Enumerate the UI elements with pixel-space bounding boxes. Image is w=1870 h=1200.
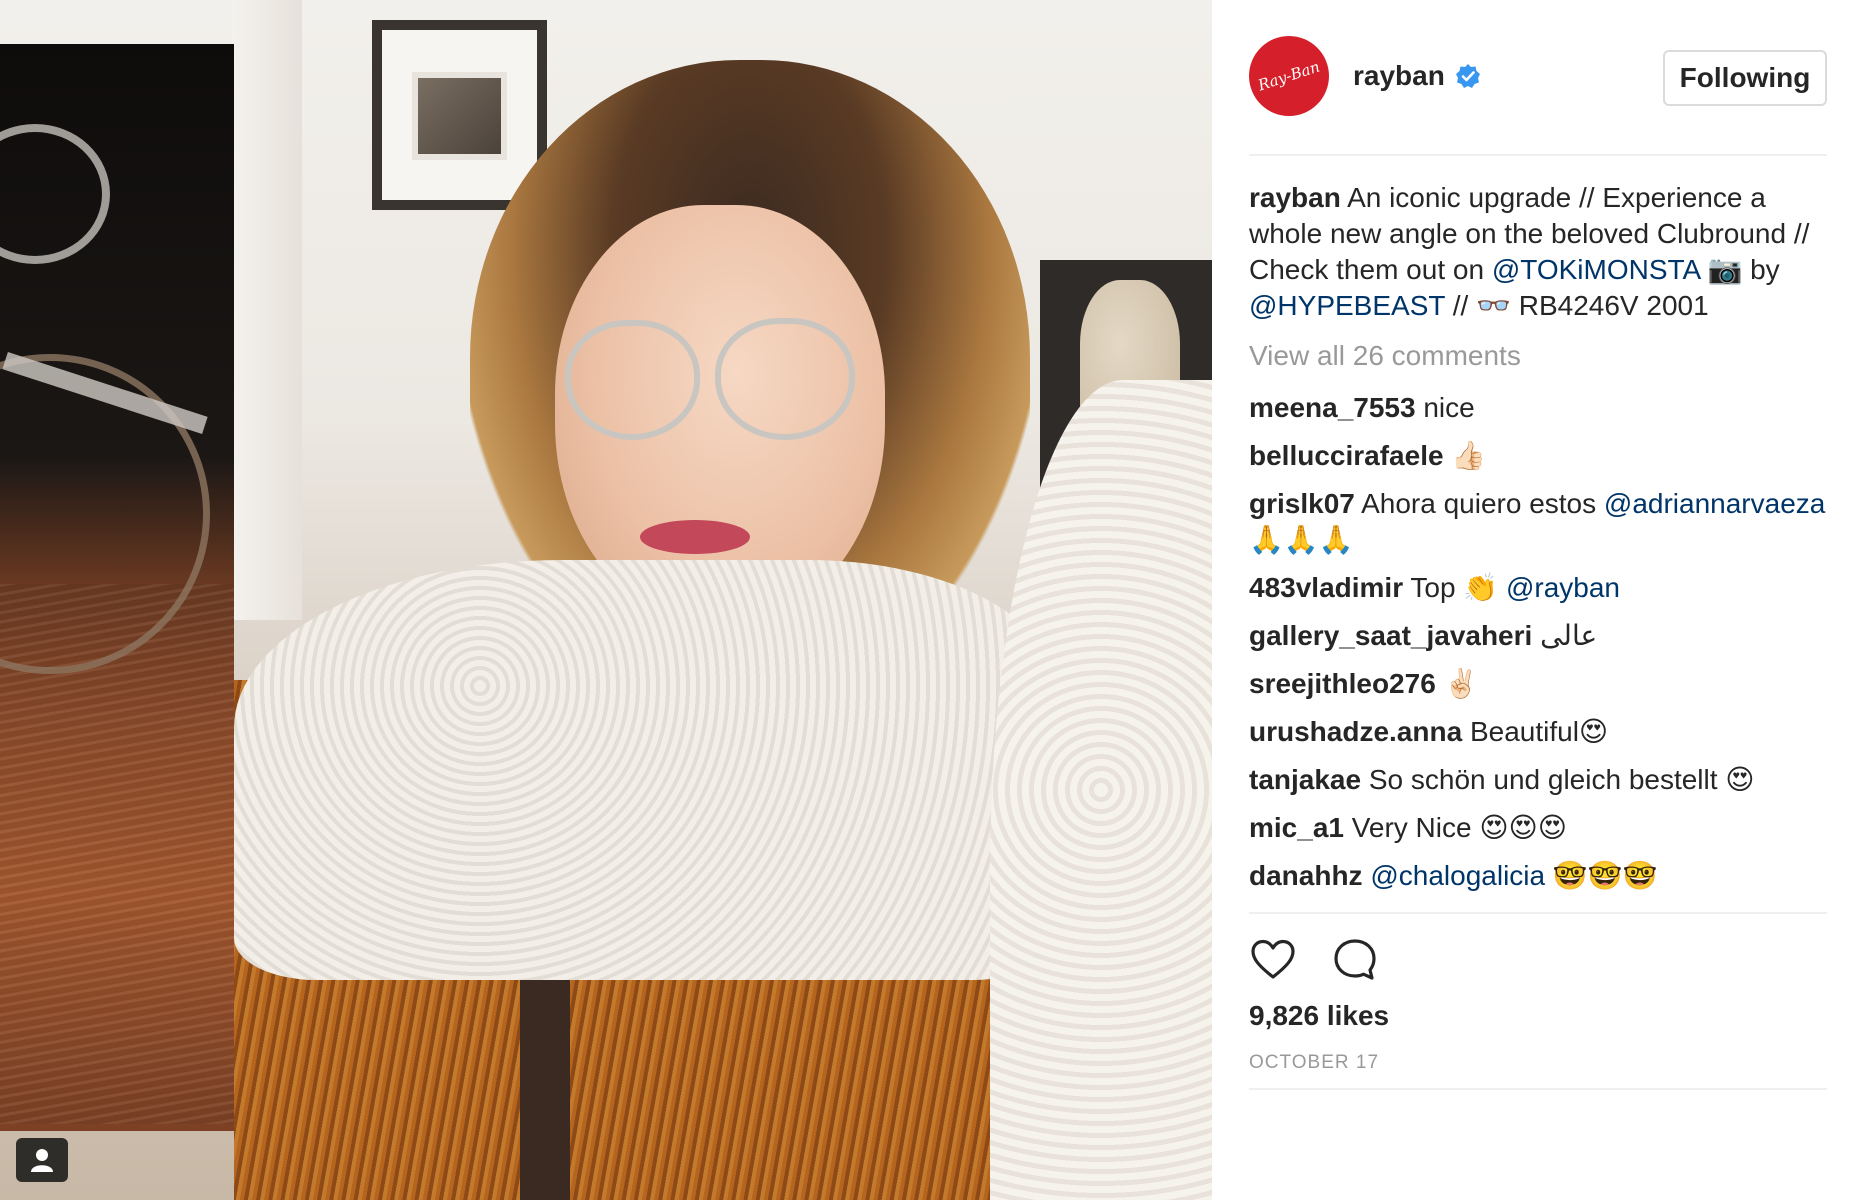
comment-username[interactable]: danahhz — [1249, 860, 1363, 891]
comments-divider — [1249, 912, 1827, 914]
comment-username[interactable]: sreejithleo276 — [1249, 668, 1436, 699]
comment-text: Beautiful😍 — [1462, 716, 1609, 747]
person-icon — [31, 1149, 53, 1172]
following-button[interactable]: Following — [1663, 50, 1827, 106]
comment-row: danahhz @chalogalicia 🤓🤓🤓 — [1249, 858, 1827, 894]
comment-row: belluccirafaele 👍🏻 — [1249, 438, 1827, 474]
user-tag-button[interactable] — [16, 1138, 68, 1182]
caption-username[interactable]: rayban — [1249, 182, 1341, 213]
comment-username[interactable]: meena_7553 — [1249, 392, 1416, 423]
mention-link[interactable]: @HYPEBEAST — [1249, 290, 1445, 321]
comment-username[interactable]: mic_a1 — [1249, 812, 1344, 843]
post-date: OCTOBER 17 — [1249, 1052, 1380, 1073]
mention-link[interactable]: @adriannarvaeza — [1604, 488, 1825, 519]
comment-text: Top 👏 — [1403, 572, 1506, 603]
model-lips — [640, 520, 750, 554]
author-username[interactable]: rayban — [1353, 60, 1445, 92]
header-divider — [1249, 154, 1827, 156]
comment-username[interactable]: grislk07 — [1249, 488, 1355, 519]
comment-text: // 👓 RB4246V 2001 — [1444, 290, 1709, 321]
post-actions — [1249, 938, 1413, 982]
comment-text: Ahora quiero estos — [1354, 488, 1604, 519]
comment-row: mic_a1 Very Nice 😍😍😍 — [1249, 810, 1827, 846]
comment-text: 👍🏻 — [1443, 440, 1487, 471]
comment-row: gallery_saat_javaheri عالی — [1249, 618, 1827, 654]
inset-glasses-photo — [0, 44, 234, 1131]
verified-badge-icon — [1455, 64, 1480, 88]
comment-row: 483vladimir Top 👏 @rayban — [1249, 570, 1827, 606]
comment-text: عالی — [1532, 620, 1598, 651]
knit-sweater — [234, 560, 1054, 980]
speech-bubble-icon[interactable] — [1331, 936, 1379, 984]
comment-username[interactable]: gallery_saat_javaheri — [1249, 620, 1532, 651]
post-photo[interactable] — [0, 0, 1212, 1200]
comment-text: 🤓🤓🤓 — [1545, 860, 1658, 891]
comment-row: grislk07 Ahora quiero estos @adriannarva… — [1249, 486, 1827, 558]
avatar-logo-text: Ray-Ban — [1255, 57, 1323, 95]
comment-username[interactable]: tanjakae — [1249, 764, 1361, 795]
post-header: Ray-Ban rayban Following — [1249, 36, 1827, 116]
view-all-comments-link[interactable]: View all 26 comments — [1249, 338, 1827, 374]
glasses-right-lens — [715, 318, 855, 440]
post-side-panel: Ray-Ban rayban Following rayban An iconi… — [1212, 0, 1870, 1200]
comments-list: rayban An iconic upgrade // Experience a… — [1249, 180, 1827, 894]
comment-text: nice — [1415, 392, 1475, 423]
knit-sweater-right — [990, 380, 1212, 1200]
comment-row: urushadze.anna Beautiful😍 — [1249, 714, 1827, 750]
comment-username[interactable]: urushadze.anna — [1249, 716, 1462, 747]
comment-text: 📷 by — [1699, 254, 1780, 285]
background-shelf — [232, 0, 302, 620]
comment-text: ✌🏻 — [1435, 668, 1479, 699]
likes-count[interactable]: 9,826 likes — [1249, 1000, 1389, 1032]
glasses-left-lens — [565, 320, 700, 440]
avatar[interactable]: Ray-Ban — [1249, 36, 1329, 116]
comment-row: meena_7553 nice — [1249, 390, 1827, 426]
comment-row: sreejithleo276 ✌🏻 — [1249, 666, 1827, 702]
comment-row: tanjakae So schön und gleich bestellt 😍 — [1249, 762, 1827, 798]
comment-username[interactable]: belluccirafaele — [1249, 440, 1444, 471]
mention-link[interactable]: @rayban — [1506, 572, 1620, 603]
mention-link[interactable]: @chalogalicia — [1370, 860, 1545, 891]
heart-outline-icon[interactable] — [1249, 936, 1297, 984]
comment-text: 🙏🙏🙏 — [1249, 524, 1354, 555]
mention-link[interactable]: @TOKiMONSTA — [1492, 254, 1700, 285]
comment-text: Very Nice 😍😍😍 — [1343, 812, 1567, 843]
post-caption: rayban An iconic upgrade // Experience a… — [1249, 180, 1827, 324]
comment-text: So schön und gleich bestellt 😍 — [1361, 764, 1755, 795]
footer-divider — [1249, 1088, 1827, 1090]
comment-username[interactable]: 483vladimir — [1249, 572, 1403, 603]
